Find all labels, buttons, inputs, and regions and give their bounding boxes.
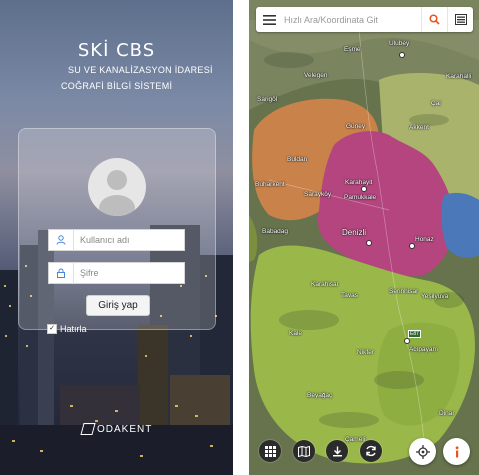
map-label: Akkent: [409, 124, 429, 131]
locate-me-button[interactable]: [409, 438, 436, 465]
location-marker: [399, 52, 405, 58]
download-tool-button[interactable]: [326, 440, 348, 462]
hamburger-icon: [262, 14, 276, 25]
grid-icon: [264, 445, 276, 457]
username-input[interactable]: [74, 231, 180, 249]
map-label: Honaz: [415, 236, 434, 243]
map-label: Çal: [431, 100, 441, 107]
crosshair-icon: [415, 444, 430, 459]
map-label: Çameli: [345, 436, 366, 443]
app-title: SKİ CBS: [77, 40, 156, 61]
map-label: Güney: [346, 123, 366, 130]
info-icon: [455, 445, 458, 457]
search-button[interactable]: [421, 7, 447, 32]
password-field: [48, 262, 185, 284]
password-input[interactable]: [74, 264, 180, 282]
subtitle-line-1: SU VE KANALİZASYON İDARESİ: [68, 65, 213, 75]
menu-button[interactable]: [256, 7, 282, 32]
map-label: Nikfer: [357, 349, 374, 356]
refresh-tool-button[interactable]: [360, 440, 382, 462]
subtitle-line-2: COĞRAFİ BİLGİ SİSTEMİ: [61, 81, 173, 91]
map-label: Yeşilyuva: [421, 293, 449, 300]
username-field: [48, 229, 185, 251]
remember-label: Hatırla: [60, 324, 87, 334]
map-label: Serinhisar: [389, 288, 419, 295]
map-label: Tavas: [341, 292, 358, 299]
map-label: Ulubey: [389, 40, 410, 47]
road-shield: E87: [408, 330, 421, 338]
odakent-logo-mark: [80, 423, 96, 435]
map-label: Kale: [289, 330, 303, 337]
map-label: Sarayköy: [304, 191, 332, 198]
refresh-icon: [366, 445, 376, 457]
map-label: Velegen: [304, 72, 328, 79]
map-label: Pamukkale: [344, 194, 377, 201]
map-label: Acıpayam: [409, 346, 438, 353]
map-canvas[interactable]: [249, 0, 479, 475]
avatar-icon: [88, 158, 146, 216]
map-label: Sarigöl: [257, 96, 278, 103]
location-marker: [404, 338, 410, 344]
location-marker: [361, 186, 367, 192]
map-label: Dinar: [439, 410, 455, 417]
odakent-logo-text: ODAKENT: [97, 423, 153, 435]
map-icon: [298, 445, 310, 457]
lock-icon: [49, 262, 74, 284]
remember-me[interactable]: ✓ Hatırla: [47, 324, 87, 334]
location-marker: [366, 240, 372, 246]
map-label: Denizli: [342, 228, 367, 237]
map-screen: Ulubey Eşme Velegen Karahalli Sarigöl Ça…: [249, 0, 479, 475]
map-label: Buharkent: [255, 181, 285, 188]
download-icon: [332, 446, 342, 456]
map-search-bar: [256, 7, 473, 32]
user-icon: [49, 229, 74, 251]
map-label: Eşme: [344, 46, 361, 53]
odakent-logo: ODAKENT: [80, 423, 153, 435]
map-search-input[interactable]: [282, 9, 421, 30]
location-marker: [409, 243, 415, 249]
search-icon: [429, 14, 440, 25]
map-label: Beyağaç: [307, 392, 333, 399]
grid-tool-button[interactable]: [259, 440, 281, 462]
map-label: Babadag: [262, 228, 289, 235]
map-label: Karahisar: [311, 281, 339, 288]
map-label: Buldan: [287, 156, 308, 163]
remember-checkbox[interactable]: ✓: [47, 324, 57, 334]
map-label: Karahayit: [345, 179, 373, 186]
login-button[interactable]: Giriş yap: [86, 295, 150, 316]
map-label: Karahalli: [446, 73, 472, 80]
layers-button[interactable]: [447, 7, 473, 32]
map-tool-button[interactable]: [293, 440, 315, 462]
info-button[interactable]: [443, 438, 470, 465]
layers-icon: [454, 14, 467, 25]
login-screen: SKİ CBS SU VE KANALİZASYON İDARESİ COĞRA…: [0, 0, 233, 475]
